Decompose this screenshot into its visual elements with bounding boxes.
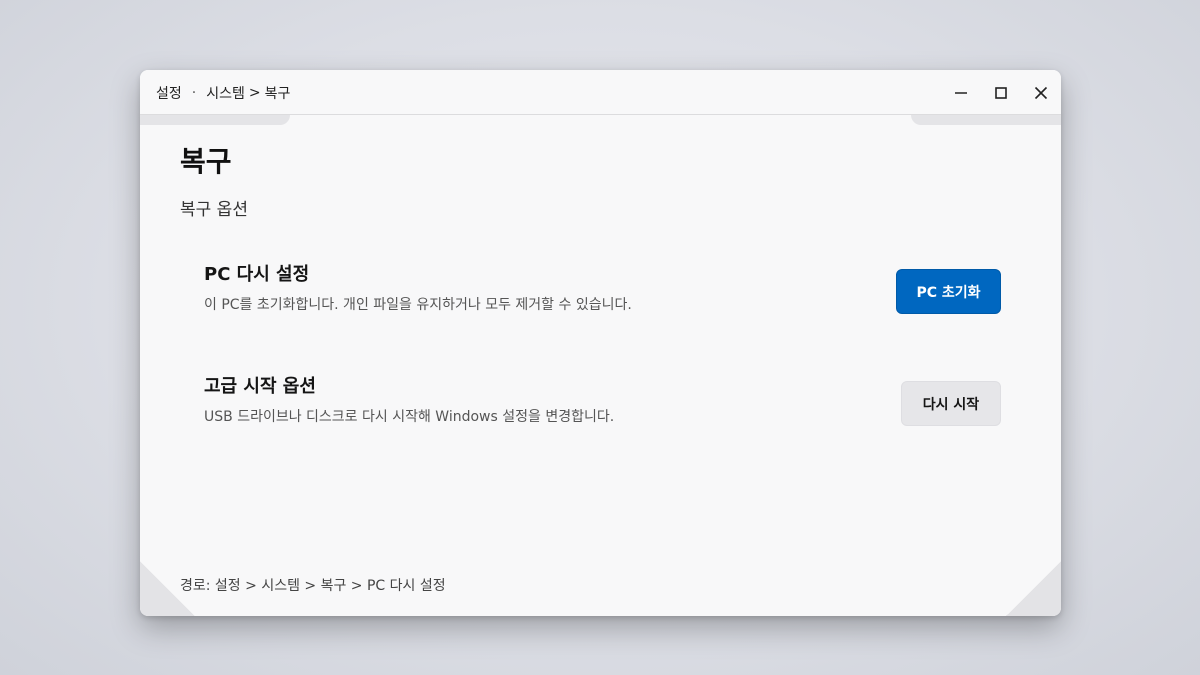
option-description: USB 드라이브나 디스크로 다시 시작해 Windows 설정을 변경합니다. — [204, 409, 615, 425]
minimize-icon — [955, 91, 967, 94]
option-reset-pc: PC 다시 설정 이 PC를 초기화합니다. 개인 파일을 유지하거나 모두 제… — [204, 260, 1004, 314]
breadcrumb-current: 복구 — [264, 86, 291, 102]
footer-path: 경로: 설정 > 시스템 > 복구 > PC 다시 설정 — [180, 578, 446, 594]
window-controls — [941, 70, 1061, 115]
restart-now-button[interactable]: 다시 시작 — [901, 381, 1001, 426]
breadcrumb-separator: > — [248, 85, 261, 101]
page-title: 복구 — [180, 145, 232, 178]
option-title: PC 다시 설정 — [204, 264, 310, 285]
option-title: 고급 시작 옵션 — [204, 376, 316, 397]
decorative-corner — [1006, 561, 1061, 616]
option-advanced-startup: 고급 시작 옵션 USB 드라이브나 디스크로 다시 시작해 Windows 설… — [204, 372, 1004, 426]
option-description: 이 PC를 초기화합니다. 개인 파일을 유지하거나 모두 제거할 수 있습니다… — [204, 297, 632, 313]
title-bar: 설정 · 시스템 > 복구 — [140, 70, 1061, 115]
decorative-corner — [140, 115, 290, 125]
decorative-corner — [911, 115, 1061, 125]
section-title: 복구 옵션 — [180, 200, 248, 220]
close-icon — [1034, 86, 1048, 99]
maximize-button[interactable] — [981, 70, 1021, 115]
breadcrumb-category[interactable]: 시스템 — [206, 83, 245, 103]
decorative-corner — [140, 561, 195, 616]
close-button[interactable] — [1021, 70, 1061, 115]
breadcrumb-dot: · — [191, 85, 197, 101]
maximize-icon — [995, 86, 1007, 99]
breadcrumb-app[interactable]: 설정 — [156, 83, 182, 103]
reset-pc-button[interactable]: PC 초기화 — [896, 269, 1001, 314]
breadcrumb: 설정 · 시스템 > 복구 — [156, 83, 290, 103]
settings-window: 설정 · 시스템 > 복구 복구 복구 옵션 PC 다시 설정 이 PC를 초기… — [140, 70, 1061, 616]
minimize-button[interactable] — [941, 70, 981, 115]
